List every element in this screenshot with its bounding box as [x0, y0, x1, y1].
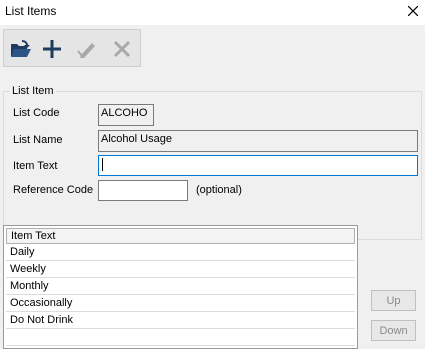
- list-item[interactable]: Do Not Drink: [6, 312, 355, 329]
- column-header-item-text[interactable]: Item Text: [6, 228, 355, 244]
- open-button[interactable]: [7, 35, 35, 63]
- up-button[interactable]: Up: [371, 290, 416, 311]
- list-code-field: ALCOHO: [98, 104, 154, 126]
- list-item[interactable]: Weekly: [6, 261, 355, 278]
- title-bar: List Items: [0, 0, 425, 25]
- list-code-label: List Code: [13, 107, 60, 119]
- item-text-label: Item Text: [13, 160, 58, 172]
- plus-icon: [43, 40, 61, 58]
- list-name-label: List Name: [13, 134, 63, 146]
- close-button[interactable]: [400, 0, 425, 22]
- add-button[interactable]: [38, 35, 66, 63]
- list-item[interactable]: Monthly: [6, 278, 355, 295]
- items-list[interactable]: Item Text Daily Weekly Monthly Occasiona…: [3, 225, 358, 349]
- list-item-group: List Item List Code ALCOHO List Name Alc…: [3, 85, 422, 240]
- delete-button[interactable]: [108, 35, 136, 63]
- list-item-empty[interactable]: [6, 329, 355, 346]
- list-item[interactable]: Daily: [6, 244, 355, 261]
- dialog-body: List Item List Code ALCOHO List Name Alc…: [0, 25, 425, 349]
- optional-note: (optional): [196, 184, 242, 196]
- open-folder-icon: [11, 40, 31, 57]
- close-icon: [407, 6, 418, 16]
- list-item[interactable]: Occasionally: [6, 295, 355, 312]
- group-legend: List Item: [10, 85, 56, 97]
- delete-x-icon: [113, 40, 131, 58]
- reference-code-input[interactable]: [98, 180, 188, 201]
- toolbar: [3, 29, 141, 67]
- edit-button[interactable]: [74, 35, 102, 63]
- down-button[interactable]: Down: [371, 320, 416, 341]
- text-caret: [102, 158, 103, 171]
- reference-code-label: Reference Code: [13, 184, 94, 196]
- pencil-icon: [77, 43, 95, 58]
- item-text-input[interactable]: [98, 155, 418, 176]
- window-title: List Items: [5, 4, 57, 18]
- list-name-field: Alcohol Usage: [98, 130, 418, 152]
